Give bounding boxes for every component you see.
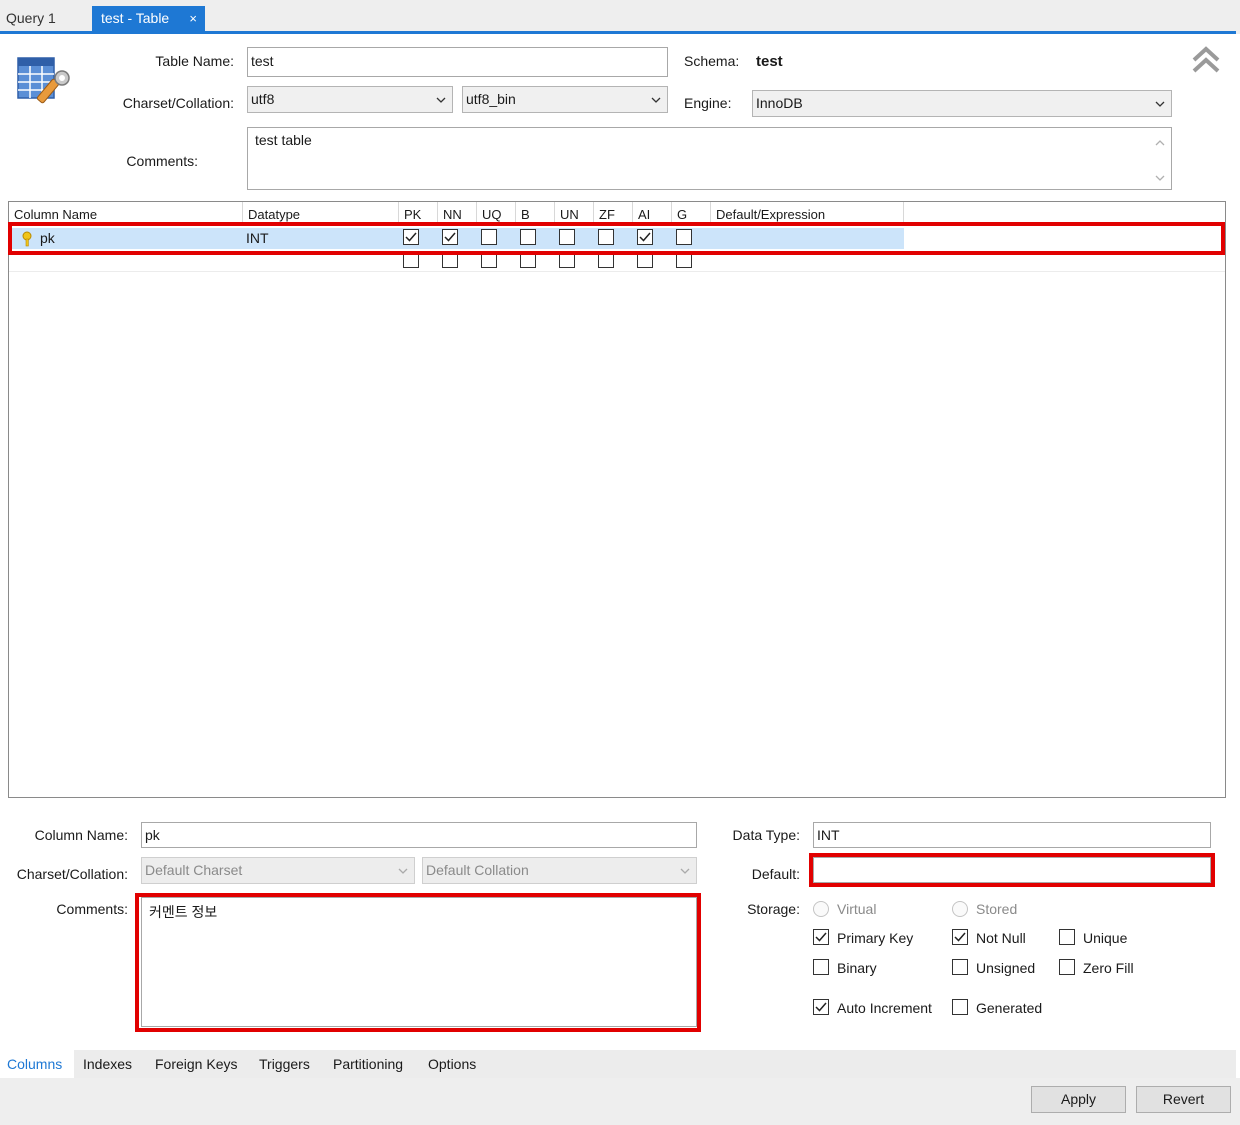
- header-b[interactable]: B: [516, 202, 555, 223]
- table-comments-textarea[interactable]: test table: [247, 127, 1172, 190]
- chevron-down-icon: [436, 97, 446, 103]
- header-ai[interactable]: AI: [633, 202, 672, 223]
- binary-label: Binary: [837, 960, 877, 976]
- column-name-input[interactable]: pk: [141, 822, 697, 848]
- primary-key-label: Primary Key: [837, 930, 914, 946]
- collation-select[interactable]: utf8_bin: [462, 86, 668, 113]
- tab-options[interactable]: Options: [428, 1050, 476, 1078]
- header-nn[interactable]: NN: [438, 202, 477, 223]
- tab-query-1[interactable]: Query 1: [0, 6, 90, 31]
- tab-query-label: Query 1: [6, 10, 56, 26]
- tab-triggers[interactable]: Triggers: [259, 1050, 310, 1078]
- storage-virtual-radio[interactable]: [813, 901, 829, 917]
- header-un[interactable]: UN: [555, 202, 594, 223]
- columns-grid[interactable]: Column Name Datatype PK NN UQ B UN ZF AI…: [8, 201, 1226, 798]
- generated-label: Generated: [976, 1000, 1043, 1016]
- comments-scrollbar[interactable]: [1151, 130, 1169, 187]
- zero-fill-checkbox[interactable]: [1059, 959, 1075, 975]
- charset-collation-label: Charset/Collation:: [122, 95, 234, 111]
- header-g[interactable]: G: [672, 202, 711, 223]
- chevron-down-icon: [1155, 101, 1165, 107]
- storage-stored-label: Stored: [976, 901, 1018, 917]
- tab-underline: [0, 31, 1236, 34]
- schema-label: Schema:: [684, 53, 740, 69]
- revert-button[interactable]: Revert: [1136, 1086, 1231, 1113]
- highlight-box-default: [809, 853, 1215, 887]
- header-default-expression[interactable]: Default/Expression: [711, 202, 904, 223]
- column-comments-label: Comments:: [56, 901, 128, 917]
- highlight-box-comments: [135, 893, 701, 1032]
- tab-foreign-keys[interactable]: Foreign Keys: [155, 1050, 237, 1078]
- unsigned-checkbox[interactable]: [952, 959, 968, 975]
- header-column-name[interactable]: Column Name: [9, 202, 243, 223]
- table-editor-icon: [14, 52, 74, 112]
- not-null-checkbox[interactable]: [952, 929, 968, 945]
- unsigned-label: Unsigned: [976, 960, 1036, 976]
- generated-checkbox[interactable]: [952, 999, 968, 1015]
- collation-value: utf8_bin: [466, 91, 516, 107]
- column-charset-select[interactable]: Default Charset: [141, 857, 415, 884]
- engine-label: Engine:: [684, 95, 732, 111]
- column-name-label: Column Name:: [34, 827, 128, 843]
- zero-fill-label: Zero Fill: [1083, 960, 1134, 976]
- storage-label: Storage:: [747, 901, 800, 917]
- binary-checkbox[interactable]: [813, 959, 829, 975]
- header-zf[interactable]: ZF: [594, 202, 633, 223]
- header-uq[interactable]: UQ: [477, 202, 516, 223]
- table-name-label: Table Name:: [155, 53, 234, 69]
- default-label: Default:: [751, 866, 800, 882]
- engine-value: InnoDB: [756, 95, 803, 111]
- auto-increment-label: Auto Increment: [837, 1000, 932, 1016]
- charset-select[interactable]: utf8: [247, 86, 453, 113]
- schema-value: test: [756, 53, 783, 70]
- tab-test-table[interactable]: test - Table ×: [92, 6, 205, 31]
- chevron-down-icon: [398, 868, 408, 874]
- column-charset-value: Default Charset: [145, 862, 243, 878]
- data-type-label: Data Type:: [732, 827, 800, 843]
- engine-select[interactable]: InnoDB: [752, 90, 1172, 117]
- column-charset-label: Charset/Collation:: [16, 866, 128, 882]
- storage-stored-radio[interactable]: [952, 901, 968, 917]
- grid-header: Column Name Datatype PK NN UQ B UN ZF AI…: [9, 202, 1225, 223]
- unique-checkbox[interactable]: [1059, 929, 1075, 945]
- unique-label: Unique: [1083, 930, 1128, 946]
- tab-indexes[interactable]: Indexes: [83, 1050, 132, 1078]
- primary-key-checkbox[interactable]: [813, 929, 829, 945]
- collapse-up-icon[interactable]: [1190, 44, 1222, 76]
- chevron-down-icon: [680, 868, 690, 874]
- close-icon[interactable]: ×: [189, 6, 197, 31]
- data-type-input[interactable]: INT: [813, 822, 1211, 848]
- table-comments-label: Comments:: [126, 153, 198, 169]
- apply-button[interactable]: Apply: [1031, 1086, 1126, 1113]
- chevron-down-icon: [651, 97, 661, 103]
- charset-value: utf8: [251, 91, 275, 107]
- grid-row-divider: [9, 271, 1225, 272]
- auto-increment-checkbox[interactable]: [813, 999, 829, 1015]
- tab-partitioning[interactable]: Partitioning: [333, 1050, 403, 1078]
- header-pk[interactable]: PK: [399, 202, 438, 223]
- column-collation-value: Default Collation: [426, 862, 529, 878]
- header-datatype[interactable]: Datatype: [243, 202, 399, 223]
- highlight-box-row: [8, 222, 1225, 255]
- table-name-input[interactable]: test: [247, 47, 668, 77]
- tab-test-table-label: test - Table: [101, 10, 170, 26]
- not-null-label: Not Null: [976, 930, 1026, 946]
- tab-columns[interactable]: Columns: [0, 1050, 74, 1078]
- column-collation-select[interactable]: Default Collation: [422, 857, 697, 884]
- table-comments-value: test table: [255, 132, 312, 148]
- storage-virtual-label: Virtual: [837, 901, 877, 917]
